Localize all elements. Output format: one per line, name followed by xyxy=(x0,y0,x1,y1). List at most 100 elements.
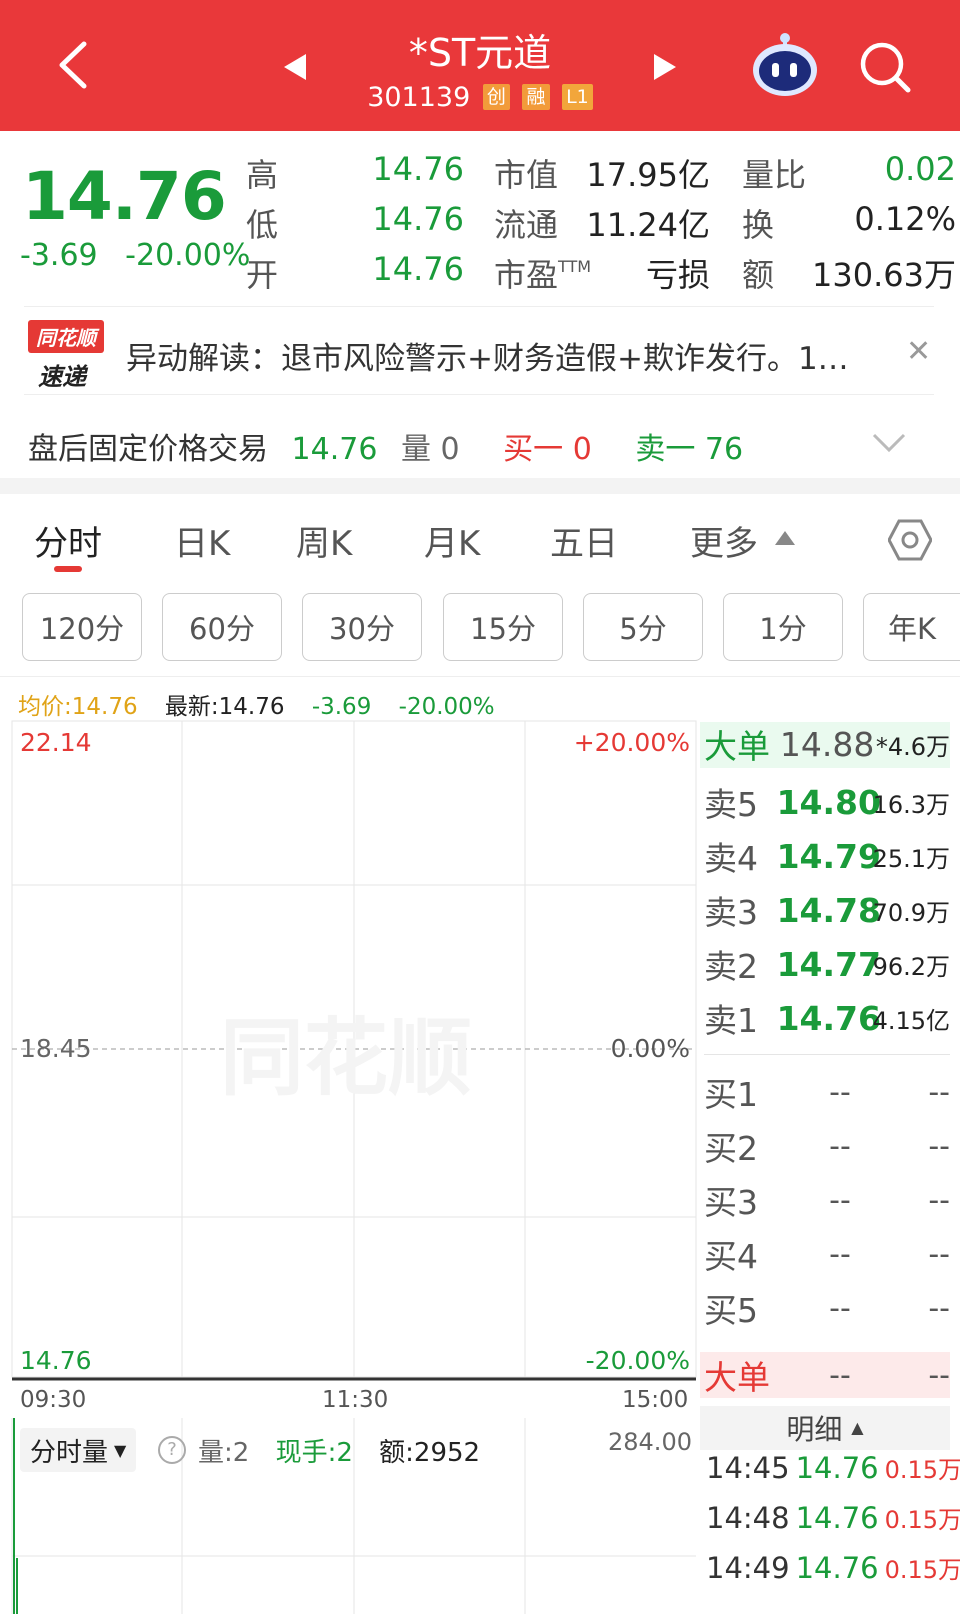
big-order-volume: *4.6万 xyxy=(875,732,950,761)
chip-1min[interactable]: 1分 xyxy=(723,593,843,661)
buy3-row[interactable]: 买3 -- -- xyxy=(704,1173,950,1227)
sell3-row[interactable]: 卖3 14.78 70.9万 xyxy=(704,883,950,937)
buy2-row[interactable]: 买2 -- -- xyxy=(704,1119,950,1173)
tab-five-day[interactable]: 五日 xyxy=(550,516,618,565)
high-value: 14.76 xyxy=(372,150,464,188)
tag-rong: 融 xyxy=(522,84,550,110)
low-label: 低 xyxy=(246,206,279,244)
big-order-row: 大单 14.88 *4.6万 xyxy=(704,717,950,771)
robot-assistant-icon[interactable] xyxy=(750,30,820,100)
time-axis-end: 15:00 xyxy=(622,1387,689,1413)
tab-month-k[interactable]: 月K xyxy=(424,516,480,565)
tab-intraday[interactable]: 分时 xyxy=(34,516,102,565)
volume-now: 现手:2 xyxy=(275,1438,353,1468)
change-percent: -20.00% xyxy=(125,238,251,273)
tab-more[interactable]: 更多 xyxy=(690,516,758,565)
big-order-label: 大单 xyxy=(704,727,770,766)
orderbook-divider xyxy=(704,1054,950,1055)
detail-label: 明细 xyxy=(786,1413,843,1446)
after-hours-sell1: 卖一 76 xyxy=(635,432,744,467)
news-logo-top: 同花顺 xyxy=(28,320,104,353)
chip-120min[interactable]: 120分 xyxy=(22,593,142,661)
turnover-value: 0.12% xyxy=(854,200,956,238)
big-order2-label: 大单 xyxy=(704,1358,770,1397)
open-label: 开 xyxy=(246,256,279,294)
after-hours-volume: 量 0 xyxy=(400,432,460,467)
vol-ratio-label: 量比 xyxy=(742,156,807,194)
volume-type-label: 分时量 xyxy=(30,1437,109,1468)
help-icon[interactable]: ? xyxy=(158,1436,186,1464)
chip-year-k[interactable]: 年K xyxy=(863,593,960,661)
chip-15min[interactable]: 15分 xyxy=(443,593,563,661)
triangle-up-icon: ▲ xyxy=(851,1418,864,1437)
intraday-chart[interactable]: 同花顺 22.14 18.45 14.76 +20.00% 0.00% -20.… xyxy=(0,717,700,1387)
news-logo[interactable]: 同花顺 速递 xyxy=(28,320,108,391)
y-axis-bot: 14.76 xyxy=(20,1346,92,1375)
change-value: -3.69 xyxy=(20,238,98,273)
float-label: 流通 xyxy=(494,206,559,244)
news-headline[interactable]: 异动解读：退市风险警示+财务造假+欺诈发行。1… xyxy=(126,333,849,378)
after-hours-price: 14.76 xyxy=(291,432,378,467)
mcap-value: 17.95亿 xyxy=(586,156,710,194)
y-axis-top: 22.14 xyxy=(20,728,92,757)
tag-chuang: 创 xyxy=(482,84,510,110)
pe-value: 亏损 xyxy=(645,256,710,294)
big-order2-price: -- xyxy=(829,1357,851,1393)
float-value: 11.24亿 xyxy=(586,206,710,244)
volume-amount: 额:2952 xyxy=(379,1438,481,1468)
current-price: 14.76 xyxy=(22,158,227,235)
time-axis-mid: 11:30 xyxy=(322,1387,389,1413)
news-logo-bottom: 速递 xyxy=(38,363,86,391)
detail-header[interactable]: 明细 ▲ xyxy=(700,1406,950,1450)
close-icon[interactable]: ✕ xyxy=(906,334,931,369)
chart-info-row: 均价:14.76 最新:14.76 -3.69 -20.00% xyxy=(18,687,515,721)
detail-row: 14:49 14.76 0.15万 xyxy=(706,1551,960,1585)
volume-max: 284.00 xyxy=(608,1428,692,1456)
buy4-row[interactable]: 买4 -- -- xyxy=(704,1227,950,1281)
pct-axis-top: +20.00% xyxy=(574,728,690,757)
after-hours-buy1: 买一 0 xyxy=(503,432,592,467)
open-value: 14.76 xyxy=(372,250,464,288)
amount-label: 额 xyxy=(742,256,775,294)
chip-5min[interactable]: 5分 xyxy=(583,593,703,661)
chip-60min[interactable]: 60分 xyxy=(162,593,282,661)
sell4-row[interactable]: 卖4 14.79 25.1万 xyxy=(704,829,950,883)
section-separator xyxy=(0,478,960,494)
watermark: 同花顺 xyxy=(220,1009,472,1107)
amount-value: 130.63万 xyxy=(812,256,956,294)
pct-axis-mid: 0.00% xyxy=(611,1034,690,1063)
chip-30min[interactable]: 30分 xyxy=(302,593,422,661)
settings-hexagon-icon[interactable] xyxy=(888,518,932,562)
tab-day-k[interactable]: 日K xyxy=(174,516,230,565)
detail-row: 14:48 14.76 0.15万 xyxy=(706,1501,960,1535)
triangle-up-icon xyxy=(775,531,795,545)
y-axis-mid: 18.45 xyxy=(20,1034,92,1063)
divider xyxy=(0,676,960,677)
tag-l1: L1 xyxy=(562,84,593,110)
vol-ratio-value: 0.02 xyxy=(884,150,956,188)
sell1-row[interactable]: 卖1 14.76 4.15亿 xyxy=(704,991,950,1045)
detail-row: 14:45 14.76 0.15万 xyxy=(706,1451,960,1485)
app-header: *ST元道 301139 创 融 L1 xyxy=(0,0,960,131)
price-change: -3.69 -20.00% xyxy=(20,238,250,273)
sell2-row[interactable]: 卖2 14.77 96.2万 xyxy=(704,937,950,991)
search-icon[interactable] xyxy=(858,40,914,96)
sell5-row[interactable]: 卖5 14.80 16.3万 xyxy=(704,775,950,829)
big-order2-row: 大单 -- -- xyxy=(704,1348,950,1402)
big-order2-volume: -- xyxy=(928,1357,950,1393)
time-axis-start: 09:30 xyxy=(20,1387,87,1413)
tab-week-k[interactable]: 周K xyxy=(296,516,352,565)
chevron-down-icon[interactable] xyxy=(872,432,906,454)
divider xyxy=(24,394,934,395)
buy1-row[interactable]: 买1 -- -- xyxy=(704,1065,950,1119)
volume-total: 量:2 xyxy=(198,1438,250,1468)
volume-type-dropdown[interactable]: 分时量 ▼ xyxy=(20,1428,137,1472)
dropdown-caret-icon: ▼ xyxy=(114,1440,127,1460)
mcap-label: 市值 xyxy=(494,156,559,194)
buy5-row[interactable]: 买5 -- -- xyxy=(704,1281,950,1335)
pe-label: 市盈TTM xyxy=(494,256,592,294)
next-stock-icon[interactable] xyxy=(652,52,678,82)
high-label: 高 xyxy=(246,156,279,194)
pct-axis-bot: -20.00% xyxy=(586,1346,690,1375)
stock-code: 301139 xyxy=(367,82,471,113)
